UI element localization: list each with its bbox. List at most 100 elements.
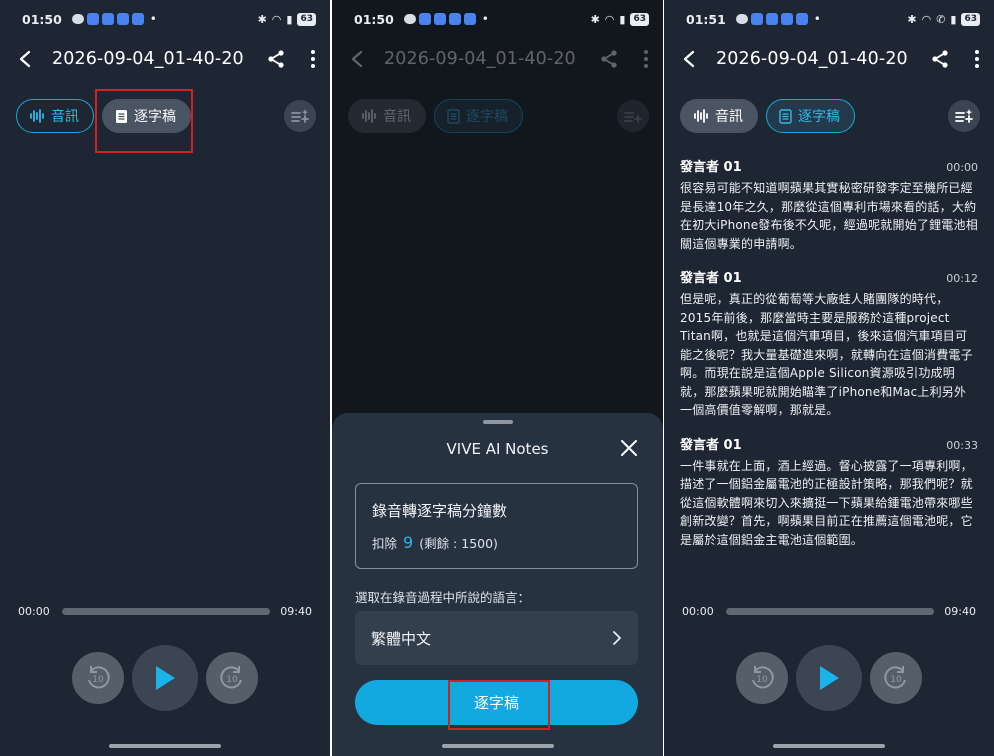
chat-notification-icon: [71, 14, 84, 24]
play-icon: [820, 666, 839, 690]
tab-audio[interactable]: 音訊: [680, 99, 758, 133]
add-note-button[interactable]: [284, 100, 316, 132]
system-status-icons: ✱ ◠ ✆ ▮ 63: [907, 12, 980, 26]
document-icon: [447, 108, 460, 124]
screen-transcript: 01:51 • ✱ ◠ ✆ ▮ 63 2026-09-04_01-40-20 音…: [664, 0, 994, 756]
rewind-10-button[interactable]: 10: [736, 652, 788, 704]
back-arrow-icon[interactable]: [680, 49, 700, 69]
language-select[interactable]: 繁體中文: [355, 611, 638, 665]
more-options-icon[interactable]: [310, 49, 316, 69]
segment-text: 很容易可能不知道啊蘋果其實秘密研發李定至機所已經是長達10年之久，那麼從這個專利…: [680, 181, 978, 251]
tab-transcript-label: 逐字稿: [466, 109, 508, 125]
waveform-icon: [694, 109, 708, 123]
add-note-button: [617, 100, 649, 132]
share-icon[interactable]: [930, 49, 950, 69]
language-prompt: 選取在錄音過程中所說的語言：: [355, 590, 531, 605]
quota-detail: 扣除 9 (剩餘 : 1500): [372, 533, 621, 552]
page-title: 2026-09-04_01-40-20: [384, 49, 576, 69]
tab-audio-label: 音訊: [383, 109, 411, 125]
more-options-icon: [643, 49, 649, 69]
wifi-icon: ◠: [271, 12, 282, 26]
battery-icon: 63: [961, 12, 980, 26]
battery-icon: 63: [297, 12, 316, 26]
home-indicator[interactable]: [441, 744, 554, 748]
speaker-label: 發言者 01: [680, 437, 742, 453]
page-title: 2026-09-04_01-40-20: [52, 49, 244, 69]
segment-timestamp[interactable]: 00:00: [946, 161, 978, 174]
list-add-icon: [955, 109, 973, 123]
waveform-icon: [30, 109, 44, 123]
system-status-icons: ✱ ◠ ▮ 63: [590, 12, 649, 26]
app-notification-icon: [765, 13, 778, 25]
back-arrow-icon[interactable]: [16, 49, 36, 69]
quota-title: 錄音轉逐字稿分鐘數: [372, 502, 508, 520]
elapsed-time: 00:00: [18, 604, 50, 618]
bluetooth-icon: ✱: [907, 12, 917, 26]
wifi-icon: ◠: [604, 12, 615, 26]
elapsed-time: 00:00: [682, 604, 714, 618]
share-icon[interactable]: [266, 49, 286, 69]
app-bar: 2026-09-04_01-40-20: [664, 38, 994, 80]
playback-progress: 00:00 09:40: [682, 603, 976, 619]
playback-progress: 00:00 09:40: [18, 603, 312, 619]
transcript-segment: 發言者 01 00:12 但是呢，真正的從葡萄等大廠蛙人賭團隊的時代，2015年…: [680, 267, 978, 420]
bluetooth-icon: ✱: [257, 12, 267, 26]
playback-controls: 10 10: [664, 644, 994, 712]
status-bar: 01:50 • ✱ ◠ ▮ 63: [332, 0, 663, 38]
app-notification-icon: [463, 13, 476, 25]
app-notification-icon: [101, 13, 114, 25]
screen-transcribe-sheet: 01:50 • ✱ ◠ ▮ 63 2026-09-04_01-40-20 音訊 …: [332, 0, 663, 756]
tab-bar: 音訊 逐字稿: [680, 98, 980, 134]
document-icon: [779, 108, 792, 124]
screen-recording-audio: 01:50 • ✱ ◠ ▮ 63 2026-09-04_01-40-20 音訊 …: [0, 0, 330, 756]
forward-10-button[interactable]: 10: [206, 652, 258, 704]
close-icon[interactable]: [620, 439, 638, 457]
tab-transcript[interactable]: 逐字稿: [766, 99, 855, 133]
status-time: 01:50: [354, 11, 394, 27]
progress-track[interactable]: [725, 607, 935, 615]
more-options-icon[interactable]: [974, 49, 980, 69]
rewind-10-button[interactable]: 10: [72, 652, 124, 704]
chevron-right-icon: [612, 630, 622, 646]
playback-controls: 10 10: [0, 644, 330, 712]
page-title: 2026-09-04_01-40-20: [716, 49, 908, 69]
rewind-10-icon: 10: [752, 666, 774, 689]
signal-icon: ▮: [619, 12, 626, 26]
app-notification-icon: [131, 13, 144, 25]
play-button[interactable]: [132, 645, 198, 711]
waveform-icon: [362, 109, 376, 123]
remaining-minutes: (剩餘 : 1500): [419, 536, 498, 551]
tab-audio[interactable]: 音訊: [16, 99, 94, 133]
back-arrow-icon: [348, 49, 368, 69]
play-button[interactable]: [796, 645, 862, 711]
segment-text: 一件事就在上面，酒上經過。督心披露了一項專利啊，描述了一個鋁金屬電池的正極設計策…: [680, 458, 973, 547]
transcript-segment: 發言者 01 00:33 一件事就在上面，酒上經過。督心披露了一項專利啊，描述了…: [680, 434, 978, 550]
list-add-icon: [624, 112, 642, 123]
chat-notification-icon: [403, 14, 416, 24]
home-indicator[interactable]: [109, 744, 221, 748]
app-notification-icon: [795, 13, 808, 25]
play-icon: [156, 666, 175, 690]
deduct-value: 9: [403, 533, 414, 552]
bluetooth-icon: ✱: [590, 12, 600, 26]
speaker-label: 發言者 01: [680, 271, 742, 286]
signal-icon: ▮: [286, 12, 293, 26]
add-note-button[interactable]: [948, 100, 980, 132]
chat-notification-icon: [735, 14, 748, 24]
quota-card: 錄音轉逐字稿分鐘數 扣除 9 (剩餘 : 1500): [355, 483, 638, 569]
sheet-drag-handle[interactable]: [482, 420, 513, 424]
svg-text:10: 10: [226, 675, 238, 685]
app-bar: 2026-09-04_01-40-20: [0, 38, 330, 80]
segment-timestamp[interactable]: 00:12: [946, 272, 978, 285]
app-bar: 2026-09-04_01-40-20: [332, 38, 663, 80]
app-notification-icon: [86, 13, 99, 25]
home-indicator[interactable]: [773, 744, 885, 748]
progress-track[interactable]: [61, 607, 271, 615]
transcript-list[interactable]: 發言者 01 00:00 很容易可能不知道啊蘋果其實秘密研發李定至機所已經是長達…: [680, 150, 978, 590]
forward-10-button[interactable]: 10: [870, 652, 922, 704]
list-add-icon: [291, 109, 309, 123]
status-time: 01:50: [22, 11, 62, 27]
tutorial-highlight-box: [95, 89, 193, 153]
more-notifications-dot: •: [813, 12, 821, 26]
segment-timestamp[interactable]: 00:33: [946, 439, 978, 452]
